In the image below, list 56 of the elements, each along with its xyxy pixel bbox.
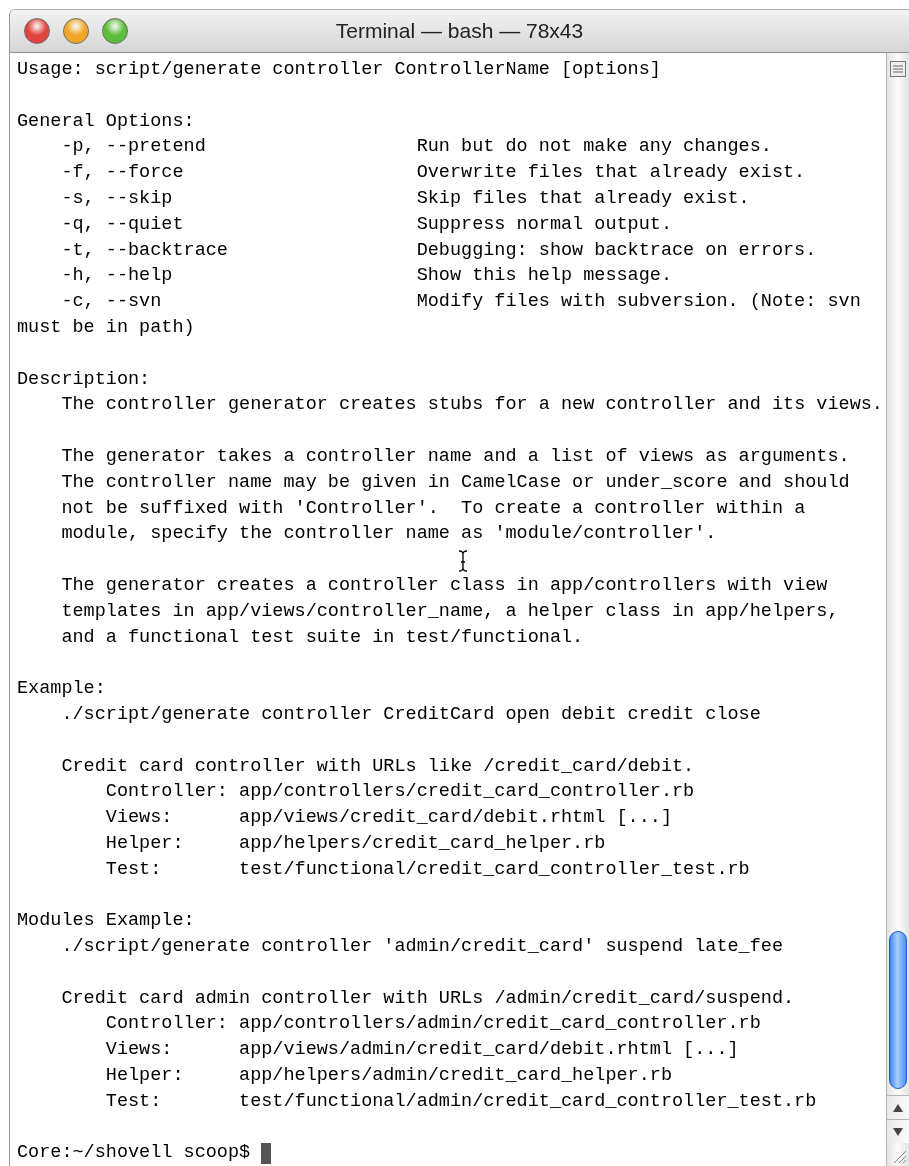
section-heading: Description: <box>17 367 151 392</box>
option-description: Debugging: show backtrace on errors. <box>416 238 817 263</box>
zoom-button[interactable] <box>102 18 128 44</box>
split-view-icon[interactable] <box>890 61 906 77</box>
example-command: ./script/generate controller CreditCard open debit credit close <box>61 702 761 727</box>
window-title: Terminal — bash — 78x43 <box>335 19 584 42</box>
file-label: Views: <box>105 807 173 829</box>
file-path: app/helpers/credit_card_helper.rb <box>239 831 606 856</box>
file-label: Helper: <box>105 832 184 854</box>
section-heading: Modules Example: <box>17 909 195 934</box>
file-path: app/controllers/admin/credit_card_controller.rb <box>239 1012 761 1037</box>
close-button[interactable] <box>24 18 50 44</box>
option-name: -h, --help <box>61 265 173 287</box>
down-arrow-icon <box>893 1127 903 1136</box>
file-path: app/controllers/credit_card_controller.rb <box>239 780 695 805</box>
file-label: Views: <box>105 1039 173 1061</box>
scroll-up-button[interactable] <box>887 1095 909 1119</box>
example-command: ./script/generate controller 'admin/credit_card' suspend late_fee <box>61 935 784 960</box>
file-label: Test: <box>105 1090 162 1112</box>
option-name: -p, --pretend <box>61 136 206 158</box>
usage-line: Usage: script/generate controller ControllerName [options] <box>17 58 661 82</box>
shell-prompt: Core:~/shovell scoop$ <box>17 1141 251 1166</box>
scroll-down-button[interactable] <box>887 1119 909 1143</box>
option-name: -t, --backtrace <box>61 239 228 261</box>
file-path: app/views/admin/credit_card/debit.rhtml [...] <box>239 1038 739 1063</box>
option-description: Overwrite files that already exist. <box>416 161 806 186</box>
text-cursor <box>261 1142 272 1164</box>
description-paragraph: The controller generator creates stubs for a new controller and its views. <box>61 393 883 418</box>
file-label: Test: <box>105 858 162 880</box>
file-label: Helper: <box>105 1065 184 1087</box>
option-name: -f, --force <box>61 162 184 184</box>
file-path: test/functional/admin/credit_card_controller_test.rb <box>239 1089 817 1114</box>
file-path: app/views/credit_card/debit.rhtml [...] <box>239 806 672 831</box>
scroll-thumb[interactable] <box>889 931 907 1089</box>
minimize-button[interactable] <box>63 18 89 44</box>
file-path: test/functional/credit_card_controller_test.rb <box>239 857 750 882</box>
file-label: Controller: <box>105 781 228 803</box>
section-heading: General Options: <box>17 109 195 134</box>
option-description: Suppress normal output. <box>416 212 672 237</box>
option-description: Show this help message. <box>416 264 672 289</box>
option-name: -s, --skip <box>61 188 173 209</box>
option-name: -c, --svn <box>61 291 162 313</box>
option-description: Modify files with subversion. (Note: svn <box>416 290 861 315</box>
option-description: must be in path) <box>17 315 195 340</box>
example-summary: Credit card controller with URLs like /credit_card/debit. <box>61 754 695 779</box>
option-name: -q, --quiet <box>61 213 184 235</box>
description-paragraph: The generator creates a controller class in app/controllers with view templates in app/views/controller_name, a helper class in app/helpers, and a functional test suite in test/functional. <box>61 573 839 650</box>
section-heading: Example: <box>17 677 106 702</box>
file-label: Controller: <box>105 1013 228 1035</box>
file-path: app/helpers/admin/credit_card_helper.rb <box>239 1064 672 1089</box>
up-arrow-icon <box>893 1103 903 1112</box>
option-description: Run but do not make any changes. <box>416 135 772 160</box>
description-paragraph: The generator takes a controller name and a list of views as arguments. The controller name may be given in CamelCase or under_score and should not be suffixed with 'Controller'. To create a controller within a module, specify the controller name as 'module/controller'. <box>61 444 850 547</box>
example-summary: Credit card admin controller with URLs /admin/credit_card/suspend. <box>61 986 795 1011</box>
option-description: Skip files that already exist. <box>416 187 750 211</box>
i-beam-cursor-icon <box>457 550 469 572</box>
